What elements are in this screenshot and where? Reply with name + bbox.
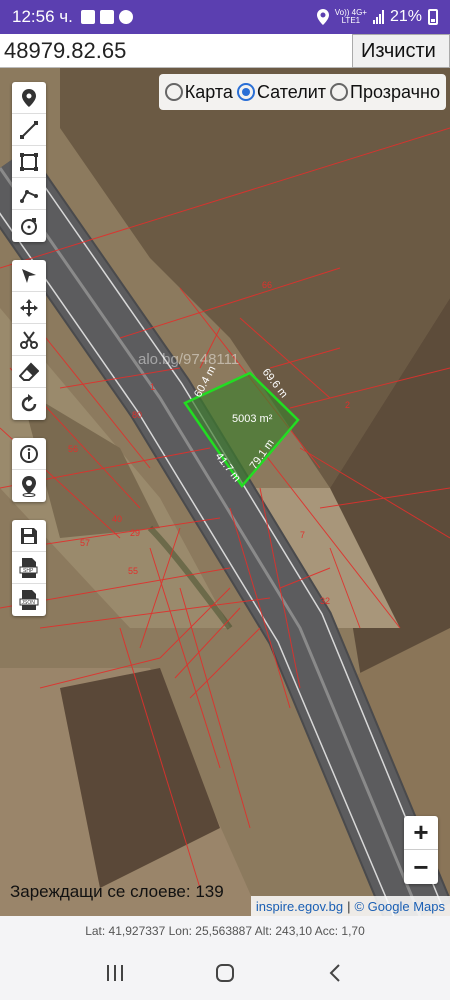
- undo-tool[interactable]: [12, 388, 46, 420]
- line-icon: [20, 120, 38, 139]
- layer-selector: Карта Сателит Прозрачно: [158, 74, 446, 110]
- cut-tool[interactable]: [12, 324, 46, 356]
- satellite-map: alo.bg/9748111 5003 m² 60.4 m 69.6 m 41.…: [0, 68, 450, 916]
- recent-apps-icon: [107, 965, 123, 981]
- back-button[interactable]: [315, 958, 355, 988]
- clock: 12:56 ч.: [12, 7, 73, 26]
- parcel-number: 7: [300, 530, 305, 540]
- json-file-icon: JSON: [19, 590, 39, 610]
- parcel-number: 66: [262, 280, 272, 290]
- parcel-area-label: 5003 m²: [232, 413, 273, 425]
- parcel-number: 56: [68, 444, 78, 454]
- info-tool[interactable]: [12, 438, 46, 470]
- move-icon: [20, 298, 38, 317]
- parcel-number: 1: [150, 382, 155, 392]
- clear-button[interactable]: Изчисти: [352, 34, 450, 68]
- shp-export-tool[interactable]: SHP: [12, 552, 46, 584]
- zoom-out-button[interactable]: −: [404, 850, 438, 884]
- cursor-icon: [22, 268, 36, 283]
- signal-icon: [372, 10, 384, 24]
- marker-tool[interactable]: [12, 82, 46, 114]
- export-toolbar: SHP JSON: [12, 520, 46, 616]
- status-bar: 12:56 ч. Vo)) 4G+ LTE1 21%: [0, 0, 450, 34]
- parcel-number: 55: [128, 566, 138, 576]
- rotate-icon: [21, 394, 37, 412]
- calendar-icon: [99, 10, 114, 24]
- shp-file-icon: SHP: [19, 557, 38, 578]
- cut-icon: [20, 330, 38, 349]
- path-icon: [20, 189, 38, 203]
- info-toolbar: [12, 438, 46, 502]
- eraser-tool[interactable]: [12, 356, 46, 388]
- home-icon: [216, 964, 234, 982]
- circle-tool[interactable]: [12, 210, 46, 242]
- top-row: Изчисти: [0, 34, 450, 68]
- recent-apps-button[interactable]: [95, 958, 135, 988]
- battery-icon: [428, 9, 438, 25]
- google-maps-link[interactable]: © Google Maps: [354, 899, 445, 914]
- info-icon: [20, 444, 38, 463]
- path-tool[interactable]: [12, 178, 46, 210]
- circle-icon: [21, 218, 37, 235]
- radio-map[interactable]: [164, 83, 183, 101]
- json-export-tool[interactable]: JSON: [12, 584, 46, 616]
- save-tool[interactable]: [12, 520, 46, 552]
- edit-toolbar: [12, 260, 46, 420]
- parcel-number: 57: [80, 538, 90, 548]
- parcel-number: 29: [130, 528, 140, 538]
- layer-option-satellite[interactable]: Сателит: [236, 82, 326, 103]
- locate-tool[interactable]: [12, 470, 46, 502]
- location-pin-icon: [22, 476, 36, 497]
- zoom-in-button[interactable]: +: [404, 816, 438, 850]
- system-nav-bar: [0, 946, 450, 1000]
- watermark-text: alo.bg/9748111: [138, 351, 239, 368]
- network-indicator: Vo)) 4G+ LTE1: [334, 8, 367, 25]
- polygon-tool[interactable]: [12, 146, 46, 178]
- inspire-link[interactable]: inspire.egov.bg: [256, 899, 343, 914]
- parcel-number: 32: [320, 596, 330, 606]
- zoom-control: + −: [404, 816, 438, 884]
- map-view[interactable]: alo.bg/9748111 5003 m² 60.4 m 69.6 m 41.…: [0, 68, 450, 916]
- move-tool[interactable]: [12, 292, 46, 324]
- home-button[interactable]: [205, 958, 245, 988]
- cursor-tool[interactable]: [12, 260, 46, 292]
- map-attribution: inspire.egov.bg | © Google Maps: [250, 896, 450, 916]
- parcel-number: 40: [112, 514, 122, 524]
- layer-option-map[interactable]: Карта: [164, 82, 233, 103]
- draw-toolbar: [12, 82, 46, 242]
- radio-satellite[interactable]: [236, 83, 255, 101]
- eraser-icon: [19, 362, 39, 381]
- line-tool[interactable]: [12, 114, 46, 146]
- gallery-icon: [80, 10, 95, 24]
- save-icon: [21, 527, 37, 544]
- loading-layers-text: Зареждащи се слоеве: 139: [10, 882, 224, 901]
- coordinate-input[interactable]: [0, 34, 352, 68]
- location-icon: [316, 9, 329, 25]
- parcel-number: 80: [132, 410, 142, 420]
- battery-level: 21%: [389, 8, 422, 25]
- back-icon: [329, 964, 340, 982]
- polygon-icon: [20, 152, 38, 171]
- facebook-icon: [118, 10, 133, 24]
- svg-text:SHP: SHP: [23, 568, 34, 574]
- svg-text:JSON: JSON: [22, 600, 36, 606]
- parcel-number: 2: [345, 400, 350, 410]
- radio-transparent[interactable]: [330, 83, 349, 101]
- marker-icon: [22, 88, 36, 107]
- layer-option-transparent[interactable]: Прозрачно: [330, 82, 440, 103]
- gps-info: Lat: 41,927337 Lon: 25,563887 Alt: 243,1…: [0, 916, 450, 946]
